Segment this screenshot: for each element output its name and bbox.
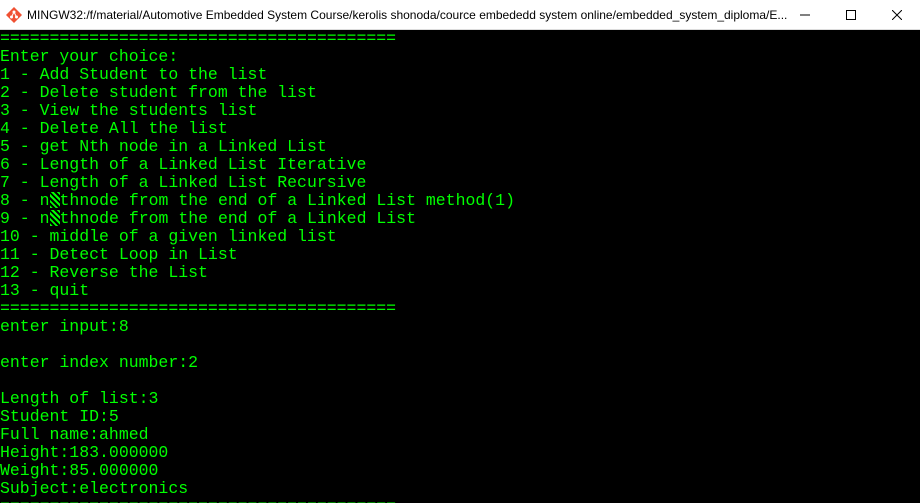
terminal-line-length: Length of list:3: [0, 389, 159, 408]
menu-option-8-tail: thnode from the end of a Linked List met…: [59, 191, 515, 210]
garbled-char-glyph: [49, 192, 60, 208]
menu-option-4: 4 - Delete All the list: [0, 119, 228, 138]
menu-option-2: 2 - Delete student from the list: [0, 83, 317, 102]
terminal-line-input: enter input:8: [0, 317, 129, 336]
garbled-char-glyph: [49, 210, 60, 226]
terminal-line-index: enter index number:2: [0, 353, 199, 372]
menu-option-3: 3 - View the students list: [0, 101, 258, 120]
minimize-button[interactable]: [782, 0, 828, 30]
terminal-line-separator: ========================================: [0, 498, 515, 503]
menu-option-13: 13 - quit: [0, 281, 90, 300]
menu-option-9-tail: thnode from the end of a Linked List: [59, 209, 416, 228]
maximize-button[interactable]: [828, 0, 874, 30]
terminal-line-subject: Subject:electronics: [0, 479, 189, 498]
menu-option-9-head: 9 - n: [0, 209, 50, 228]
terminal-line-prompt: Enter your choice:: [0, 47, 179, 66]
minimize-icon: [800, 14, 810, 16]
terminal-line-weight: Weight:85.000000: [0, 461, 159, 480]
terminal-line-height: Height:183.000000: [0, 443, 169, 462]
terminal-line-separator: ========================================: [0, 299, 397, 318]
terminal-line-full-name: Full name:ahmed: [0, 425, 149, 444]
close-icon: [892, 10, 902, 20]
terminal-lines: ========================================…: [0, 30, 515, 503]
git-bash-icon: [6, 7, 22, 23]
maximize-icon: [846, 10, 856, 20]
menu-option-12: 12 - Reverse the List: [0, 263, 208, 282]
terminal-output[interactable]: ========================================…: [0, 30, 920, 503]
menu-option-11: 11 - Detect Loop in List: [0, 245, 238, 264]
menu-option-5: 5 - get Nth node in a Linked List: [0, 137, 327, 156]
window-titlebar[interactable]: MINGW32:/f/material/Automotive Embedded …: [0, 0, 920, 30]
terminal-line-student-id: Student ID:5: [0, 407, 119, 426]
menu-option-8-head: 8 - n: [0, 191, 50, 210]
window-title: MINGW32:/f/material/Automotive Embedded …: [27, 8, 788, 22]
menu-option-1: 1 - Add Student to the list: [0, 65, 268, 84]
menu-option-6: 6 - Length of a Linked List Iterative: [0, 155, 367, 174]
menu-option-7: 7 - Length of a Linked List Recursive: [0, 173, 367, 192]
menu-option-9: 9 - n thnode from the end of a Linked Lis…: [0, 210, 515, 228]
menu-option-10: 10 - middle of a given linked list: [0, 227, 337, 246]
close-button[interactable]: [874, 0, 920, 30]
terminal-line-separator: ========================================: [0, 30, 397, 48]
menu-option-8: 8 - n thnode from the end of a Linked Lis…: [0, 192, 515, 210]
